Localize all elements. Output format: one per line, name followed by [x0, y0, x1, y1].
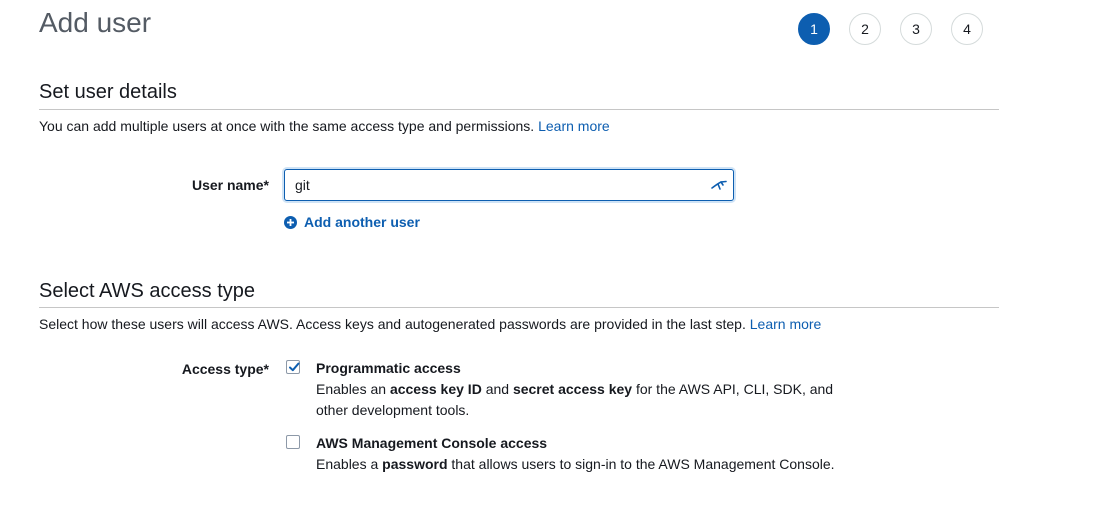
desc-text: Enables an [316, 381, 390, 397]
step-1[interactable]: 1 [798, 13, 830, 45]
desc-text: that allows users to sign-in to the AWS … [447, 456, 835, 472]
add-another-user-button[interactable]: Add another user [284, 214, 420, 230]
add-another-user-label: Add another user [304, 214, 420, 230]
desc-bold: access key ID [389, 381, 482, 397]
step-4[interactable]: 4 [951, 13, 983, 45]
programmatic-access-description: Enables an access key ID and secret acce… [316, 379, 846, 421]
section-divider [39, 109, 999, 110]
console-access-checkbox[interactable] [286, 435, 300, 449]
user-details-description: You can add multiple users at once with … [39, 118, 535, 134]
programmatic-access-checkbox[interactable] [286, 360, 300, 374]
access-type-description: Select how these users will access AWS. … [39, 316, 746, 332]
step-2[interactable]: 2 [849, 13, 881, 45]
user-name-label: User name* [191, 177, 269, 193]
section-description: You can add multiple users at once with … [39, 117, 610, 135]
desc-text: Enables a [316, 456, 383, 472]
section-divider [39, 307, 999, 308]
console-access-description: Enables a password that allows users to … [316, 454, 856, 475]
desc-text: and [481, 381, 513, 397]
wizard-steps: 1 2 3 4 [798, 13, 983, 45]
checkmark-icon [289, 362, 300, 372]
console-access-title: AWS Management Console access [316, 435, 548, 451]
page-title: Add user [39, 7, 152, 38]
section-title-user-details: Set user details [39, 81, 177, 103]
password-manager-icon[interactable] [710, 176, 728, 194]
section-description: Select how these users will access AWS. … [39, 315, 821, 333]
programmatic-access-title: Programmatic access [316, 360, 461, 376]
add-user-page: Add user 1 2 3 4 Set user details You ca… [0, 0, 1100, 529]
learn-more-link[interactable]: Learn more [538, 118, 610, 134]
plus-circle-icon [284, 215, 297, 229]
desc-bold: password [382, 456, 448, 472]
access-type-label: Access type* [181, 361, 269, 377]
learn-more-link[interactable]: Learn more [750, 316, 822, 332]
desc-bold: secret access key [512, 381, 633, 397]
step-3[interactable]: 3 [900, 13, 932, 45]
user-name-input[interactable] [284, 169, 734, 201]
section-title-access-type: Select AWS access type [39, 280, 256, 302]
